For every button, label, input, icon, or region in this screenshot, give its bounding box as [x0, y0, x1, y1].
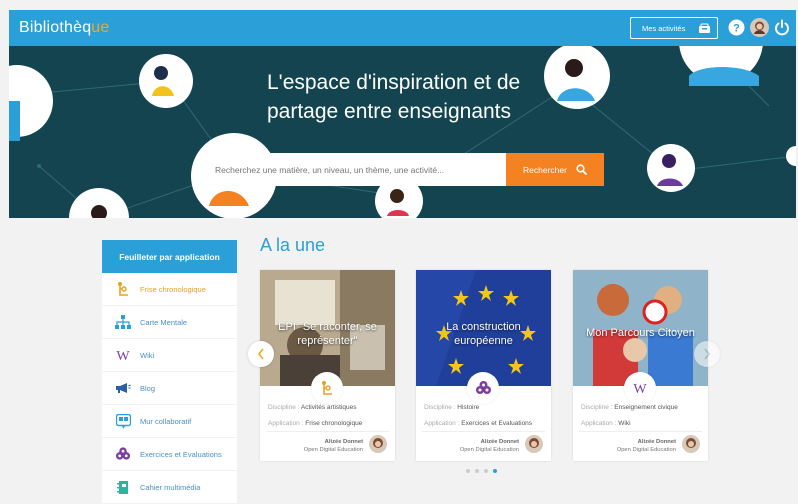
sidebar-heading: Feuilleter par application [102, 240, 237, 273]
card-divider [266, 431, 389, 432]
wiki-icon: W [115, 347, 131, 363]
card-discipline: Activités artistiques [300, 404, 357, 411]
svg-text:?: ? [733, 23, 740, 35]
sidebar-item-label: Frise chronologique [140, 284, 206, 294]
search-button-label: Rechercher [523, 164, 567, 175]
author-avatar [525, 435, 543, 453]
author-avatar [369, 435, 387, 453]
sidebar-item-exercices-evaluations[interactable]: Exercices et Evaluations [102, 438, 237, 471]
top-bar: Bibliothèque Mes activités ? [9, 10, 796, 46]
search-icon [576, 164, 587, 175]
card-meta: Discipline : Histoire Application : Exer… [424, 400, 532, 432]
discipline-key: Discipline : [424, 404, 456, 411]
carousel-dot[interactable] [493, 469, 497, 473]
card-meta: Discipline : Activités artistiques Appli… [268, 400, 362, 432]
sidebar-item-label: Blog [140, 383, 156, 393]
basket-icon [699, 23, 710, 33]
mindmap-icon [115, 314, 131, 330]
card-divider [422, 431, 545, 432]
hero-title-line2: partage entre enseignants [267, 100, 512, 123]
application-key: Application : [268, 420, 304, 427]
discipline-key: Discipline : [581, 404, 613, 411]
card-title: La construction européenne [446, 321, 521, 347]
hero-banner: L'espace d'inspiration et de partage ent… [9, 46, 796, 218]
timeline-icon [115, 281, 131, 297]
sidebar-item-wiki[interactable]: W Wiki [102, 339, 237, 372]
help-icon[interactable]: ? [728, 19, 745, 36]
sidebar-item-mur-collaboratif[interactable]: Mur collaboratif [102, 405, 237, 438]
sidebar-item-label: Carte Mentale [140, 317, 188, 327]
brand-text-accent: è [73, 19, 83, 36]
activity-card[interactable]: EPI "Se raconter, se représenter" Discip… [260, 270, 395, 461]
card-author: Alizée Donnet Open Digital Education [617, 438, 676, 454]
megaphone-icon [115, 380, 131, 396]
section-title: A la une [260, 235, 326, 255]
card-application: Wiki [618, 420, 631, 427]
card-divider [579, 431, 702, 432]
hero-title: L'espace d'inspiration et de partage ent… [267, 68, 520, 126]
sidebar-item-carte-mentale[interactable]: Carte Mentale [102, 306, 237, 339]
chevron-right-icon [704, 348, 711, 360]
application-key: Application : [581, 420, 617, 427]
brand-text: Biblioth [19, 19, 74, 36]
brand-text-tail: q [82, 19, 92, 36]
sidebar-list: Frise chronologique Carte Mentale W Wiki… [102, 273, 237, 504]
card-discipline: Histoire [457, 404, 480, 411]
author-org: Open Digital Education [459, 447, 519, 453]
sidebar-item-frise-chronologique[interactable]: Frise chronologique [102, 273, 237, 306]
page: Bibliothèque Mes activités ? L'espace d'… [0, 0, 798, 504]
card-title: EPI "Se raconter, se représenter" [278, 321, 377, 347]
card-title: Mon Parcours Citoyen [586, 327, 695, 339]
sidebar-heading-label: Feuilleter par application [119, 251, 220, 262]
author-org: Open Digital Education [303, 447, 363, 453]
author-name: Alizée Donnet [324, 439, 363, 445]
card-discipline: Enseignement civique [614, 404, 678, 411]
my-activities-label: Mes activités [642, 23, 686, 33]
card-application: Exercices et Evaluations [461, 420, 533, 427]
brand-logo[interactable]: Bibliothèque [19, 19, 110, 37]
carousel-dot[interactable] [475, 469, 479, 473]
carousel-next-button[interactable] [694, 341, 720, 367]
brand-text-end: ue [91, 19, 110, 36]
notebook-icon [115, 479, 131, 495]
user-avatar[interactable] [750, 18, 769, 37]
card-author: Alizée Donnet Open Digital Education [460, 438, 519, 454]
sidebar-item-blog[interactable]: Blog [102, 372, 237, 405]
sidebar-item-cahier-multimedia[interactable]: Cahier multimédia [102, 471, 237, 504]
card-meta: Discipline : Enseignement civique Applic… [581, 400, 678, 432]
carousel-dot[interactable] [466, 469, 470, 473]
carousel-prev-button[interactable] [248, 341, 274, 367]
author-avatar [682, 435, 700, 453]
author-name: Alizée Donnet [637, 439, 676, 445]
application-key: Application : [424, 420, 460, 427]
wall-icon [115, 413, 131, 429]
sidebar-item-label: Exercices et Evaluations [140, 449, 222, 459]
search-input[interactable] [207, 153, 507, 186]
search-button[interactable]: Rechercher [506, 153, 604, 186]
exercises-icon [115, 446, 131, 462]
carousel-dot[interactable] [484, 469, 488, 473]
carousel-pagination [466, 469, 497, 473]
author-org: Open Digital Education [616, 447, 676, 453]
activity-card[interactable]: La construction européenne Discipline : … [416, 270, 551, 461]
author-name: Alizée Donnet [480, 439, 519, 445]
sidebar-item-label: Mur collaboratif [140, 416, 192, 426]
card-author: Alizée Donnet Open Digital Education [304, 438, 363, 454]
chevron-left-icon [257, 348, 264, 360]
discipline-key: Discipline : [268, 404, 300, 411]
activity-card[interactable]: Mon Parcours Citoyen W Discipline : Ense… [573, 270, 708, 461]
sidebar-item-label: Cahier multimédia [140, 482, 201, 492]
my-activities-button[interactable]: Mes activités [630, 17, 718, 39]
power-icon[interactable] [774, 19, 790, 36]
hero-title-line1: L'espace d'inspiration et de [267, 71, 521, 94]
card-application: Frise chronologique [305, 420, 363, 427]
svg-text:W: W [633, 382, 647, 394]
sidebar-item-label: Wiki [140, 350, 155, 360]
svg-text:W: W [116, 349, 130, 361]
